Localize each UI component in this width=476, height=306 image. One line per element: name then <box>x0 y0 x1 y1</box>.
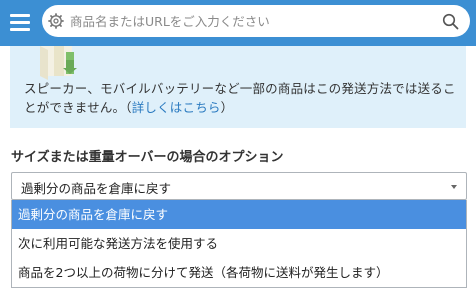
notice-body: スピーカー、モバイルバッテリーなど一部の商品はこの発送方法では送ることができませ… <box>24 81 456 115</box>
options-section-title: サイズまたは重量オーバーの場合のオプション <box>11 150 284 165</box>
dropdown-arrow-icon[interactable] <box>451 185 457 189</box>
gear-icon <box>48 13 64 29</box>
search-input[interactable] <box>70 5 430 37</box>
page: スピーカー、モバイルバッテリーなど一部の商品はこの発送方法では送ることができませ… <box>0 0 476 306</box>
notice-close-paren: ） <box>220 100 234 115</box>
search-icon[interactable] <box>442 13 459 30</box>
dropdown-option[interactable]: 商品を2つ以上の荷物に分けて発送（各荷物に送料が発生します） <box>12 258 466 287</box>
menu-icon[interactable] <box>10 12 32 32</box>
top-bar <box>0 0 476 46</box>
details-link[interactable]: 詳しくはこちら <box>132 100 221 115</box>
select-current-value: 過剰分の商品を倉庫に戻す <box>21 181 172 196</box>
product-box-image <box>40 46 77 80</box>
notice-text: スピーカー、モバイルバッテリーなど一部の商品はこの発送方法では送ることができませ… <box>24 79 464 117</box>
dropdown-option[interactable]: 次に利用可能な発送方法を使用する <box>12 229 466 258</box>
shipping-notice: スピーカー、モバイルバッテリーなど一部の商品はこの発送方法では送ることができませ… <box>10 46 466 128</box>
dropdown-list: 過剰分の商品を倉庫に戻す 次に利用可能な発送方法を使用する 商品を2つ以上の荷物… <box>11 200 467 288</box>
oversize-option-select[interactable]: 過剰分の商品を倉庫に戻す <box>11 172 467 200</box>
search-box <box>42 5 470 37</box>
dropdown-option[interactable]: 過剰分の商品を倉庫に戻す <box>12 200 466 229</box>
